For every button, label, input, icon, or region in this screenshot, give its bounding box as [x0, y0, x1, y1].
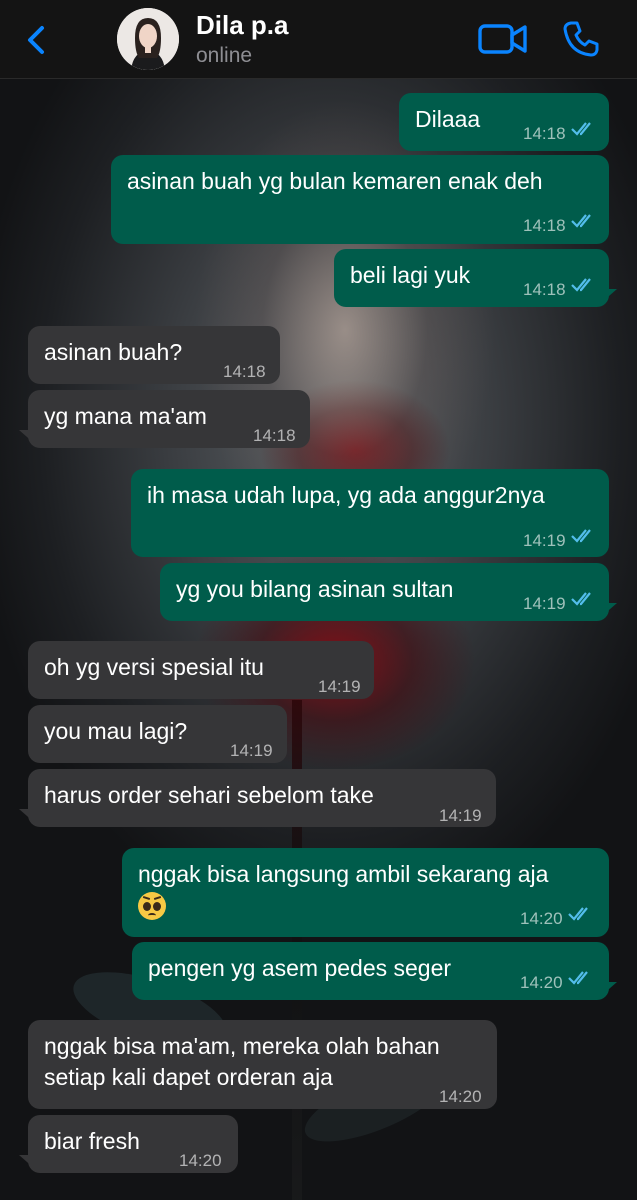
message-bubble-incoming[interactable]: you mau lagi? 14:19 — [28, 705, 287, 763]
contact-status: online — [196, 44, 253, 67]
message-text-line2: setiap kali dapet orderan aja — [44, 1064, 333, 1090]
message-time: 14:20 — [520, 973, 563, 992]
chevron-left-icon[interactable] — [22, 20, 52, 60]
message-text: ih masa udah lupa, yg ada anggur2nya — [147, 482, 545, 508]
message-bubble-outgoing[interactable]: asinan buah yg bulan kemaren enak deh 14… — [111, 155, 609, 244]
message-time: 14:18 — [523, 280, 566, 299]
message-text: beli lagi yuk — [350, 262, 471, 288]
bubble-tail — [601, 982, 617, 996]
message-text: you mau lagi? — [44, 718, 188, 744]
bubble-tail — [19, 1155, 35, 1169]
message-text: asinan buah? — [44, 339, 183, 365]
double-check-icon — [571, 529, 591, 543]
double-check-icon — [568, 971, 588, 985]
message-time: 14:19 — [439, 806, 482, 825]
message-bubble-incoming[interactable]: yg mana ma'am 14:18 — [19, 390, 310, 448]
message-bubble-incoming[interactable]: nggak bisa ma'am, mereka olah bahan seti… — [28, 1020, 497, 1109]
message-time: 14:20 — [439, 1087, 482, 1106]
message-text: pengen yg asem pedes seger — [148, 955, 452, 981]
double-check-icon — [568, 907, 588, 921]
double-check-icon — [571, 122, 591, 136]
bubble-tail — [601, 603, 617, 617]
message-text: oh yg versi spesial itu — [44, 654, 264, 680]
message-text: asinan buah yg bulan kemaren enak deh — [127, 168, 543, 194]
message-bubble-outgoing[interactable]: pengen yg asem pedes seger 14:20 — [132, 942, 617, 1000]
bubble-tail — [19, 809, 35, 823]
message-text: yg mana ma'am — [44, 403, 207, 429]
bubble-tail — [601, 289, 617, 303]
message-bubble-outgoing[interactable]: yg you bilang asinan sultan 14:19 — [160, 563, 617, 621]
message-text: Dilaaa — [415, 106, 481, 132]
message-time: 14:18 — [523, 124, 566, 143]
message-time: 14:18 — [223, 362, 266, 381]
chat-screen: Dila p.a online Dilaaa 14:18 asinan buah… — [0, 0, 637, 1200]
pleading-face-emoji — [138, 892, 166, 920]
message-bubble-incoming[interactable]: oh yg versi spesial itu 14:19 — [28, 641, 374, 699]
message-bubble-outgoing[interactable]: nggak bisa langsung ambil sekarang aja 1… — [122, 848, 609, 937]
video-call-icon[interactable] — [478, 22, 528, 56]
avatar[interactable] — [117, 8, 179, 70]
contact-name[interactable]: Dila p.a — [196, 10, 288, 41]
message-bubble-outgoing[interactable]: Dilaaa 14:18 — [399, 93, 609, 151]
message-text: biar fresh — [44, 1128, 140, 1154]
message-bubble-incoming[interactable]: biar fresh 14:20 — [19, 1115, 238, 1173]
message-bubble-incoming[interactable]: asinan buah? 14:18 — [28, 326, 280, 384]
message-time: 14:19 — [523, 531, 566, 550]
message-time: 14:20 — [520, 909, 563, 928]
double-check-icon — [571, 214, 591, 228]
message-time: 14:18 — [523, 216, 566, 235]
message-text: nggak bisa ma'am, mereka olah bahan — [44, 1033, 440, 1059]
message-time: 14:19 — [230, 741, 273, 760]
message-text: nggak bisa langsung ambil sekarang aja — [138, 861, 549, 887]
chat-header: Dila p.a online — [0, 0, 637, 79]
message-bubble-outgoing[interactable]: beli lagi yuk 14:18 — [334, 249, 617, 307]
bubble-tail — [19, 430, 35, 444]
message-time: 14:19 — [523, 594, 566, 613]
double-check-icon — [571, 592, 591, 606]
message-bubble-outgoing[interactable]: ih masa udah lupa, yg ada anggur2nya 14:… — [131, 469, 609, 557]
message-text: yg you bilang asinan sultan — [176, 576, 454, 602]
message-text: harus order sehari sebelom take — [44, 782, 374, 808]
message-time: 14:18 — [253, 426, 296, 445]
message-bubble-incoming[interactable]: harus order sehari sebelom take 14:19 — [19, 769, 496, 827]
message-time: 14:19 — [318, 677, 361, 696]
message-time: 14:20 — [179, 1151, 222, 1170]
phone-call-icon[interactable] — [562, 20, 600, 58]
double-check-icon — [571, 278, 591, 292]
